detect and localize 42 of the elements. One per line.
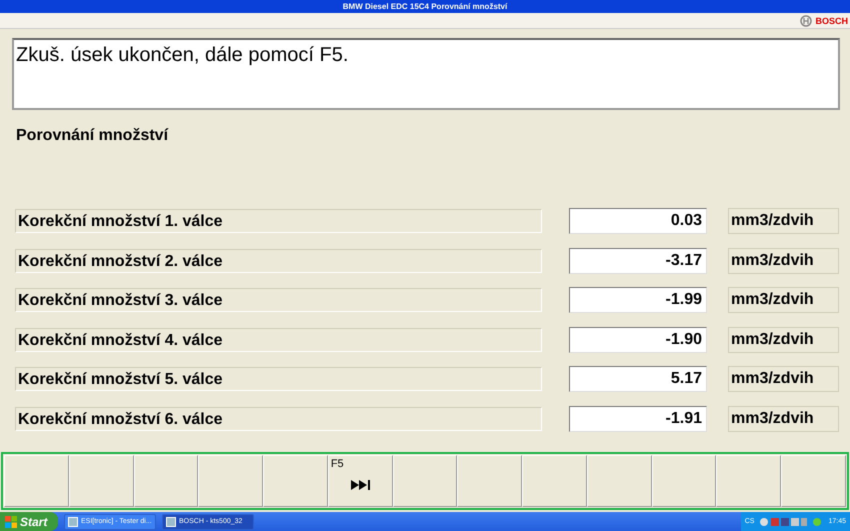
row-label: Korekční množství 5. válce [15, 367, 542, 391]
row-label: Korekční množství 6. válce [15, 406, 542, 430]
unit-label: mm3/zdvih [728, 208, 839, 234]
brand-name: BOSCH [815, 16, 848, 26]
function-key[interactable] [392, 455, 458, 507]
windows-logo-icon [5, 516, 17, 528]
function-key[interactable] [263, 455, 328, 507]
skip-forward-icon [350, 480, 371, 490]
value-field: -1.99 [569, 287, 707, 313]
row-label: Korekční množství 3. válce [15, 288, 542, 312]
row-label: Korekční množství 4. válce [15, 328, 542, 352]
function-key[interactable]: F5 [328, 455, 393, 507]
function-key[interactable] [4, 455, 69, 507]
function-key[interactable] [198, 455, 264, 507]
unit-label: mm3/zdvih [728, 326, 839, 352]
function-key[interactable] [457, 455, 522, 507]
tray-icons-drawing [759, 516, 824, 526]
function-key[interactable] [586, 455, 652, 507]
app-icon [166, 516, 176, 526]
unit-label: mm3/zdvih [728, 248, 839, 274]
unit-label: mm3/zdvih [728, 287, 839, 313]
unit-label: mm3/zdvih [728, 406, 839, 432]
function-key[interactable] [716, 455, 782, 507]
window-title: BMW Diesel EDC 15C4 Porovnání množství [342, 2, 508, 11]
value-field: -1.91 [569, 406, 707, 432]
row-label: Korekční množství 1. válce [15, 209, 542, 233]
unit-label: mm3/zdvih [728, 366, 839, 392]
function-key[interactable] [522, 455, 587, 507]
start-button[interactable]: Start [0, 512, 58, 531]
function-key[interactable] [68, 455, 134, 507]
bosch-logo-icon [800, 14, 812, 26]
function-key[interactable] [652, 455, 716, 507]
function-key[interactable] [781, 455, 846, 507]
row-label: Korekční množství 2. válce [15, 248, 542, 272]
value-field: -1.90 [569, 326, 707, 352]
value-field: -3.17 [569, 248, 707, 274]
function-key[interactable] [134, 455, 198, 507]
message-text: Zkuš. úsek ukončen, dále pomocí F5. [16, 44, 348, 66]
section-heading: Porovnání množství [16, 127, 170, 145]
app-icon [68, 516, 78, 526]
value-field: 0.03 [569, 208, 707, 234]
value-field: 5.17 [569, 366, 707, 392]
